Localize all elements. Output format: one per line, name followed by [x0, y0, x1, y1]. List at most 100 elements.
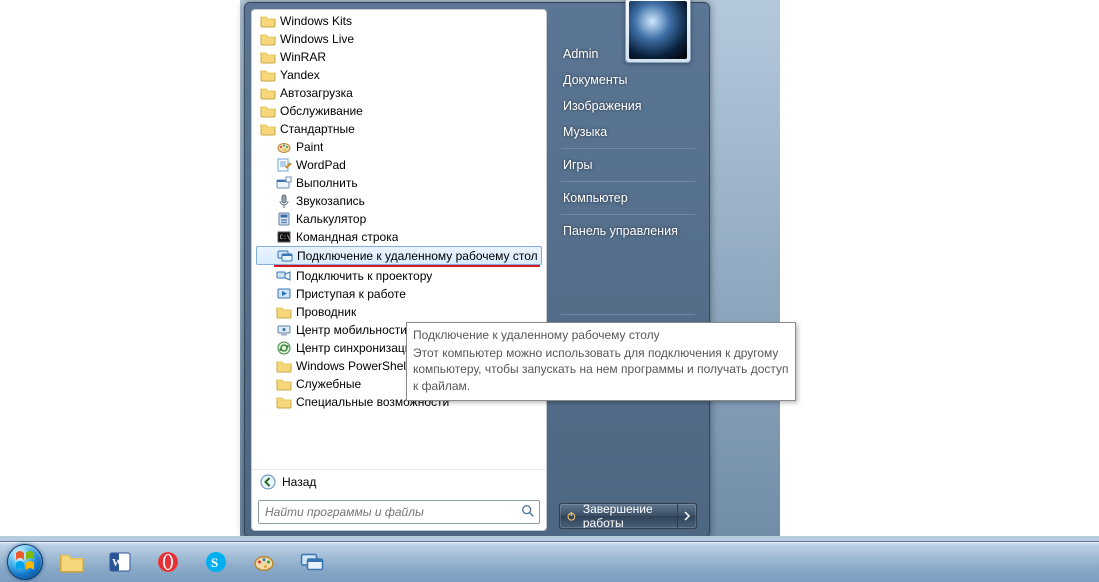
shutdown-button[interactable]: Завершение работы [559, 503, 697, 529]
item-label: Калькулятор [296, 212, 366, 226]
item-label: Подключение к удаленному рабочему столу [297, 249, 537, 263]
rdp-icon [277, 248, 293, 264]
user-picture-frame[interactable] [625, 0, 691, 63]
start-menu: Windows Kits Windows Live WinRAR Yandex Авто… [244, 2, 710, 538]
tooltip-title: Подключение к удаленному рабочему столу [413, 327, 789, 343]
paint-icon [276, 139, 292, 155]
program-folder[interactable]: WinRAR [256, 48, 542, 66]
calc-icon [276, 211, 292, 227]
skype-icon: S [203, 549, 229, 575]
taskbar: WS [0, 541, 1099, 582]
program-folder[interactable]: Windows Live [256, 30, 542, 48]
windows-orb-icon [7, 544, 43, 580]
mobility-icon [276, 322, 292, 338]
taskbar-paint[interactable] [241, 545, 287, 579]
program-item-rdp[interactable]: Подключение к удаленному рабочему столу [256, 246, 542, 265]
item-label: Windows Live [280, 32, 354, 46]
folder-icon [276, 376, 292, 392]
cmd-icon: C:\ [276, 229, 292, 245]
item-label: Звукозапись [296, 194, 365, 208]
start-menu-programs-panel: Windows Kits Windows Live WinRAR Yandex Авто… [251, 9, 547, 531]
tooltip-body: Этот компьютер можно использовать для по… [413, 345, 789, 394]
right-panel-link[interactable]: Музыка [551, 119, 705, 145]
search-input[interactable] [263, 504, 521, 520]
svg-text:C:\: C:\ [280, 234, 291, 241]
back-button[interactable]: Назад [252, 469, 546, 494]
item-label: WinRAR [280, 50, 326, 64]
program-item-soundrec[interactable]: Звукозапись [256, 192, 542, 210]
separator [561, 148, 695, 149]
folder-icon [260, 67, 276, 83]
taskbar-explorer[interactable] [49, 545, 95, 579]
program-item-calc[interactable]: Калькулятор [256, 210, 542, 228]
folder-icon [260, 103, 276, 119]
shutdown-main[interactable]: Завершение работы [560, 504, 678, 528]
item-label: Центр мобильности [296, 323, 407, 337]
program-item-explorer[interactable]: Проводник [256, 303, 542, 321]
shutdown-row: Завершение работы [551, 497, 705, 531]
word-icon: W [107, 549, 133, 575]
right-panel-link[interactable]: Игры [551, 152, 705, 178]
folder-icon [276, 394, 292, 410]
explorer-icon [276, 304, 292, 320]
tooltip: Подключение к удаленному рабочему столу … [406, 322, 796, 401]
right-panel-link[interactable]: Документы [551, 67, 705, 93]
item-label: Проводник [296, 305, 356, 319]
separator [561, 214, 695, 215]
program-folder[interactable]: Стандартные [256, 120, 542, 138]
projector-icon [276, 268, 292, 284]
svg-text:S: S [211, 555, 218, 570]
folder-icon [260, 49, 276, 65]
folder-icon [260, 121, 276, 137]
search-box[interactable] [258, 500, 540, 524]
folder-icon [260, 85, 276, 101]
wordpad-icon [276, 157, 292, 173]
getstarted-icon [276, 286, 292, 302]
taskbar-rdp[interactable] [289, 545, 335, 579]
explorer-icon [59, 549, 85, 575]
item-label: Yandex [280, 68, 320, 82]
item-label: Обслуживание [280, 104, 363, 118]
program-folder[interactable]: Обслуживание [256, 102, 542, 120]
right-panel-link[interactable]: Изображения [551, 93, 705, 119]
start-button[interactable] [4, 542, 46, 582]
item-label: Стандартные [280, 122, 355, 136]
user-picture [629, 1, 687, 59]
folder-icon [260, 31, 276, 47]
right-panel-link[interactable]: Панель управления [551, 218, 705, 244]
opera-icon [155, 549, 181, 575]
taskbar-opera[interactable] [145, 545, 191, 579]
folder-icon [260, 13, 276, 29]
program-folder[interactable]: Автозагрузка [256, 84, 542, 102]
taskbar-skype[interactable]: S [193, 545, 239, 579]
program-item-cmd[interactable]: C:\ Командная строка [256, 228, 542, 246]
shutdown-options-arrow[interactable] [678, 504, 696, 528]
back-label: Назад [282, 475, 316, 489]
item-label: Центр синхронизации [296, 341, 418, 355]
program-item-getstarted[interactable]: Приступая к работе [256, 285, 542, 303]
program-folder[interactable]: Yandex [256, 66, 542, 84]
program-item-paint[interactable]: Paint [256, 138, 542, 156]
right-panel-link[interactable]: Компьютер [551, 185, 705, 211]
back-icon [260, 474, 276, 490]
item-label: Windows Kits [280, 14, 352, 28]
item-label: Paint [296, 140, 323, 154]
item-label: Автозагрузка [280, 86, 353, 100]
soundrec-icon [276, 193, 292, 209]
search-row [252, 494, 546, 530]
program-item-wordpad[interactable]: WordPad [256, 156, 542, 174]
taskbar-word[interactable]: W [97, 545, 143, 579]
run-icon [276, 175, 292, 191]
rdp-icon [300, 550, 324, 574]
item-label: Подключить к проектору [296, 269, 432, 283]
program-item-run[interactable]: Выполнить [256, 174, 542, 192]
program-folder[interactable]: Windows Kits [256, 12, 542, 30]
sync-icon [276, 340, 292, 356]
search-icon [521, 504, 535, 521]
program-item-projector[interactable]: Подключить к проектору [256, 267, 542, 285]
shutdown-icon [566, 509, 577, 523]
item-label: Командная строка [296, 230, 398, 244]
item-label: Windows PowerShell [296, 359, 409, 373]
paint-icon [252, 550, 276, 574]
separator [561, 314, 695, 315]
